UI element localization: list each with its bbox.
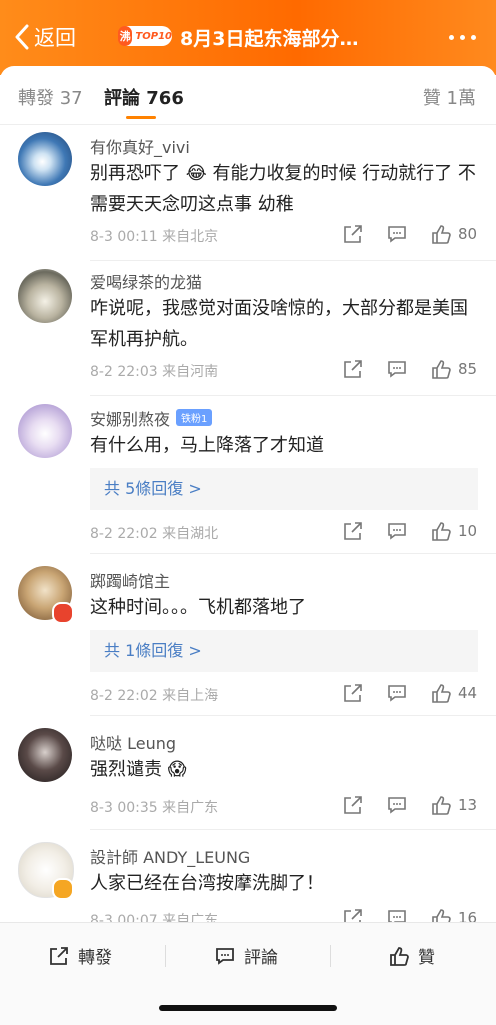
fan-badge: 铁粉1: [176, 409, 213, 426]
tab-reposts[interactable]: 轉發 37: [18, 84, 83, 110]
like-count: 44: [458, 684, 478, 702]
comment-text: 有什么用，马上降落了才知道: [90, 435, 324, 456]
avatar[interactable]: [18, 132, 72, 186]
hot-icon: 沸: [118, 26, 133, 46]
share-icon[interactable]: [342, 794, 364, 816]
comment-location: 来自广东: [162, 800, 219, 816]
comment-time: 8-2 22:02: [90, 526, 158, 542]
like-icon[interactable]: [430, 358, 452, 380]
comment-location: 来自湖北: [162, 526, 219, 542]
tab-comments[interactable]: 評論 766: [104, 84, 184, 110]
active-tab-indicator: [126, 116, 156, 119]
share-icon[interactable]: [342, 223, 364, 245]
like-count: 80: [458, 225, 478, 243]
like-count: 10: [458, 522, 478, 540]
comment-item: 有你真好_vivi 别再恐吓了 😂 有能力收复的时候 行动就行了 不需要天天念叨…: [0, 124, 496, 261]
comment-location: 来自上海: [162, 688, 219, 704]
comment-author[interactable]: 安娜别熬夜 铁粉1: [90, 406, 213, 430]
back-label: 返回: [34, 26, 76, 50]
comment-time: 8-2 22:03: [90, 364, 158, 380]
avatar[interactable]: [18, 269, 72, 323]
top-header: 返回 沸 TOP10 8月3日起东海部分…: [0, 0, 496, 75]
like-button[interactable]: 贊: [388, 943, 435, 968]
like-icon: [390, 946, 409, 966]
comment-item: 哒哒 Leung 强烈谴责 😱 8-3 00:35 来自广东 13: [0, 716, 496, 830]
comment-time: 8-3 00:35: [90, 800, 158, 816]
comment-author[interactable]: 踯躅崎馆主: [90, 568, 170, 592]
like-icon[interactable]: [430, 520, 452, 542]
view-replies-link[interactable]: 共 5條回復 >: [90, 468, 478, 510]
comment-text: 咋说呢，我感觉对面没啥惊的，大部分都是美国军机再护航。: [90, 298, 468, 350]
comment-text: 别再恐吓了 😂 有能力收复的时候 行动就行了 不需要天天念叨这点事 幼稚: [90, 163, 476, 215]
hot-rank-label: TOP10: [135, 30, 172, 42]
like-count: 13: [458, 796, 478, 814]
comment-location: 来自北京: [162, 229, 219, 245]
view-replies-link[interactable]: 共 1條回復 >: [90, 630, 478, 672]
tab-bar: 轉發 37 評論 766 贊 1萬: [0, 66, 496, 125]
verified-badge-icon: [52, 602, 74, 624]
comment-icon[interactable]: [386, 520, 408, 542]
comment-text: 这种时间。。。飞机都落地了: [90, 597, 306, 618]
comment-author[interactable]: 哒哒 Leung: [90, 730, 176, 754]
more-options-icon[interactable]: [449, 35, 476, 40]
share-icon[interactable]: [342, 520, 364, 542]
comment-text: 强烈谴责 😱: [90, 759, 187, 780]
like-count: 85: [458, 360, 478, 378]
avatar[interactable]: [18, 728, 72, 782]
share-icon[interactable]: [342, 358, 364, 380]
tab-likes[interactable]: 贊 1萬: [423, 84, 476, 110]
share-icon: [50, 946, 68, 965]
divider: [165, 945, 166, 967]
comment-item: 安娜别熬夜 铁粉1 有什么用，马上降落了才知道 共 5條回復 > 8-2 22:0…: [0, 396, 496, 554]
like-icon[interactable]: [430, 794, 452, 816]
share-icon[interactable]: [342, 682, 364, 704]
like-icon[interactable]: [430, 682, 452, 704]
verified-badge-icon: [52, 878, 74, 900]
comment-icon: [216, 947, 234, 965]
comment-author[interactable]: 有你真好_vivi: [90, 134, 190, 158]
page-title[interactable]: 8月3日起东海部分…: [180, 24, 358, 51]
like-label: 贊: [418, 948, 435, 968]
repost-label: 轉發: [78, 948, 112, 968]
comment-time: 8-3 00:11: [90, 229, 158, 245]
comment-label: 評論: [244, 948, 278, 968]
hot-search-badge: 沸 TOP10: [118, 26, 172, 46]
comment-icon[interactable]: [386, 223, 408, 245]
comment-item: 踯躅崎馆主 这种时间。。。飞机都落地了 共 1條回復 > 8-2 22:02 来…: [0, 554, 496, 716]
comment-author[interactable]: 爱喝绿茶的龙猫: [90, 269, 202, 293]
author-name: 安娜别熬夜: [90, 410, 171, 429]
comment-text: 人家已经在台湾按摩洗脚了！: [90, 873, 324, 894]
comment-time: 8-2 22:02: [90, 688, 158, 704]
chevron-left-icon: [15, 24, 29, 50]
comment-icon[interactable]: [386, 358, 408, 380]
comment-item: 爱喝绿茶的龙猫 咋说呢，我感觉对面没啥惊的，大部分都是美国军机再护航。 8-2 …: [0, 261, 496, 396]
divider: [330, 945, 331, 967]
home-indicator: [159, 1005, 337, 1011]
comment-location: 来自河南: [162, 364, 219, 380]
like-icon[interactable]: [430, 223, 452, 245]
avatar[interactable]: [18, 404, 72, 458]
comment-button[interactable]: 評論: [214, 943, 278, 968]
comment-icon[interactable]: [386, 682, 408, 704]
comment-author[interactable]: 設計師 ANDY_LEUNG: [90, 844, 250, 868]
repost-button[interactable]: 轉發: [48, 943, 112, 968]
comment-icon[interactable]: [386, 794, 408, 816]
back-button[interactable]: 返回: [14, 22, 76, 52]
